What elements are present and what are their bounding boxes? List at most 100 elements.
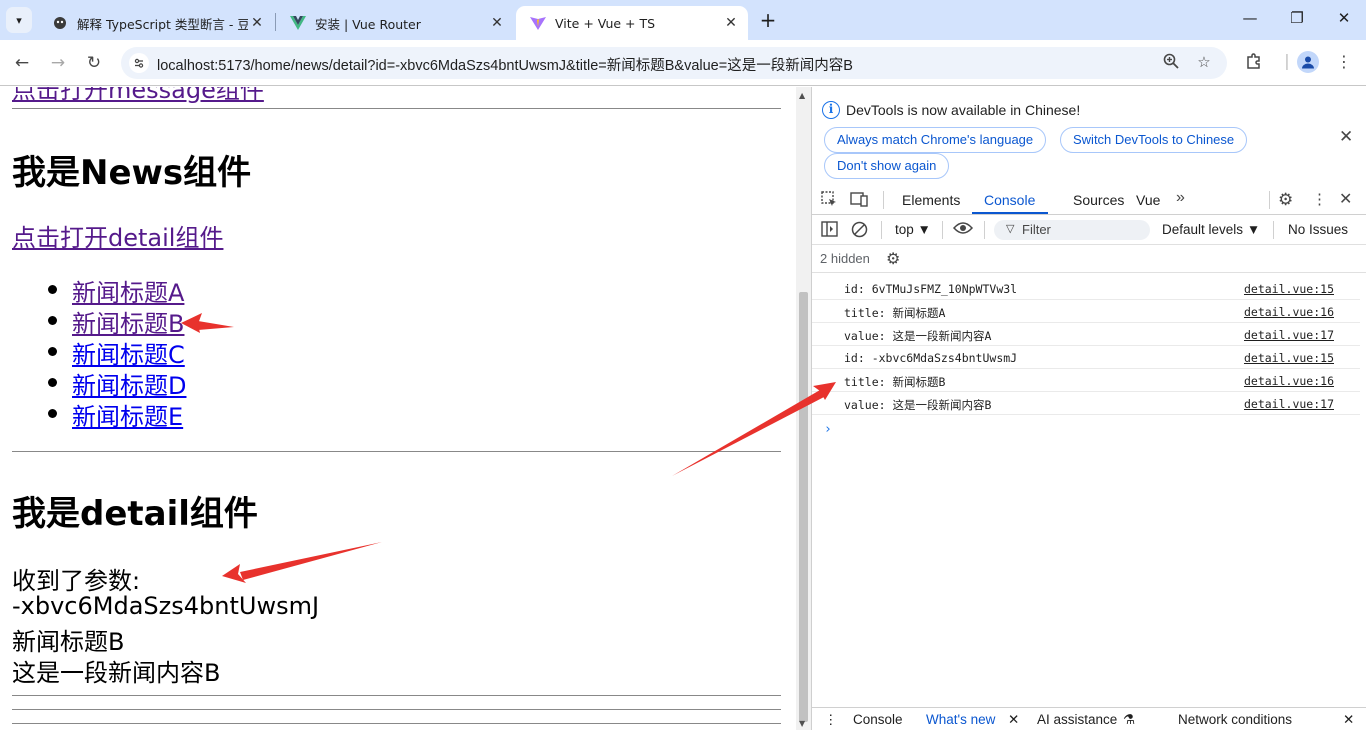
match-language-button[interactable]: Always match Chrome's language	[824, 127, 1047, 153]
bullet	[48, 316, 57, 325]
console-toolbar: top ▼ ▽ Filter Default levels ▼ No Issue…	[812, 215, 1366, 245]
tab-title: Vite + Vue + TS	[555, 15, 656, 31]
toolbar-divider	[984, 221, 985, 239]
more-tabs-icon[interactable]: »	[1176, 189, 1185, 207]
news-item-d[interactable]: 新闻标题D	[72, 366, 186, 401]
vite-icon	[530, 15, 546, 31]
gear-icon[interactable]: ⚙	[886, 249, 900, 269]
log-source-link[interactable]: detail.vue:17	[1244, 328, 1334, 342]
device-toolbar-icon[interactable]	[850, 191, 869, 212]
divider	[12, 108, 781, 109]
news-item-e[interactable]: 新闻标题E	[72, 397, 183, 432]
console-prompt-icon[interactable]: ›	[824, 422, 832, 437]
issues-counter[interactable]: No Issues	[1288, 222, 1348, 237]
log-source-link[interactable]: detail.vue:16	[1244, 374, 1334, 388]
address-bar[interactable]: localhost:5173/home/news/detail?id=-xbvc…	[121, 47, 1227, 79]
back-icon[interactable]: ←	[11, 52, 33, 74]
param-value: 这是一段新闻内容B	[12, 659, 221, 687]
extensions-icon[interactable]	[1243, 52, 1265, 74]
hidden-messages-bar: 2 hidden ⚙	[812, 245, 1366, 273]
log-row: value: 这是一段新闻内容B detail.vue:17	[812, 392, 1360, 415]
menu-kebab-icon[interactable]: ⋮	[824, 712, 838, 728]
drawer-tab-whats-new[interactable]: What's new	[926, 712, 995, 727]
dont-show-again-button[interactable]: Don't show again	[824, 153, 950, 179]
log-row: title: 新闻标题A detail.vue:16	[812, 300, 1360, 323]
news-item-a[interactable]: 新闻标题A	[72, 273, 184, 308]
tab-sources[interactable]: Sources	[1073, 192, 1124, 208]
log-source-link[interactable]: detail.vue:16	[1244, 305, 1334, 319]
toolbar-divider	[1269, 191, 1270, 209]
site-info-icon[interactable]	[129, 53, 149, 73]
page-scrollbar[interactable]: ▲ ▼	[796, 87, 811, 730]
forward-icon[interactable]: →	[47, 52, 69, 74]
filter-input[interactable]: ▽ Filter	[994, 220, 1150, 240]
menu-kebab-icon[interactable]: ⋮	[1312, 190, 1327, 208]
menu-kebab-icon[interactable]: ⋮	[1333, 52, 1355, 74]
news-item-b[interactable]: 新闻标题B	[72, 304, 184, 339]
log-source-link[interactable]: detail.vue:17	[1244, 397, 1334, 411]
switch-chinese-button[interactable]: Switch DevTools to Chinese	[1060, 127, 1248, 153]
log-source-link[interactable]: detail.vue:15	[1244, 282, 1334, 296]
drawer-tab-ai[interactable]: AI assistance	[1037, 712, 1117, 727]
tab-elements[interactable]: Elements	[902, 192, 960, 208]
scroll-down-icon[interactable]: ▼	[799, 719, 805, 728]
close-icon[interactable]: ✕	[488, 14, 506, 32]
drawer-tab-network[interactable]: Network conditions	[1178, 712, 1292, 727]
log-message: title: 新闻标题A	[844, 306, 946, 320]
close-icon[interactable]: ✕	[248, 14, 266, 32]
bookmark-star-icon[interactable]: ☆	[1194, 53, 1214, 73]
received-label: 收到了参数:	[12, 567, 141, 595]
divider	[12, 709, 781, 710]
drawer-tab-console[interactable]: Console	[853, 712, 903, 727]
log-source-link[interactable]: detail.vue:15	[1244, 351, 1334, 365]
profile-avatar-icon[interactable]	[1297, 51, 1319, 73]
divider	[12, 723, 781, 724]
inspect-element-icon[interactable]	[821, 191, 838, 212]
message-link[interactable]: 点击打开message组件	[12, 87, 264, 105]
tab-vite-vue[interactable]: Vite + Vue + TS ✕	[516, 6, 748, 40]
detail-link[interactable]: 点击打开detail组件	[12, 218, 223, 253]
tab-search-button[interactable]: ▾	[6, 7, 32, 33]
chevron-down-icon: ▾	[16, 13, 22, 27]
hidden-count: 2 hidden	[820, 251, 870, 266]
close-drawer-icon[interactable]: ✕	[1343, 712, 1354, 728]
bullet	[48, 409, 57, 418]
log-row: id: 6vTMuJsFMZ_10NpWTVw3l detail.vue:15	[812, 277, 1360, 300]
close-icon[interactable]: ✕	[1008, 712, 1019, 728]
divider	[12, 451, 781, 452]
toolbar-divider	[883, 191, 884, 209]
funnel-icon: ▽	[1006, 223, 1015, 235]
close-icon[interactable]: ✕	[722, 14, 740, 32]
reload-icon[interactable]: ↻	[83, 52, 105, 74]
tab-vue-router[interactable]: 安装 | Vue Router ✕	[276, 6, 514, 40]
tab-vue[interactable]: Vue	[1136, 192, 1160, 208]
news-item-c[interactable]: 新闻标题C	[72, 335, 185, 370]
restore-icon[interactable]: ❐	[1287, 9, 1307, 31]
close-icon[interactable]: ✕	[1339, 127, 1353, 147]
bullet	[48, 285, 57, 294]
tab-console[interactable]: Console	[984, 192, 1035, 208]
zoom-icon[interactable]	[1161, 53, 1181, 73]
new-tab-icon[interactable]: +	[757, 10, 779, 32]
clear-console-icon[interactable]	[851, 221, 868, 242]
log-message: id: 6vTMuJsFMZ_10NpWTVw3l	[844, 282, 1018, 296]
banner-message: DevTools is now available in Chinese!	[846, 102, 1081, 118]
param-title: 新闻标题B	[12, 628, 125, 656]
toolbar-divider	[942, 221, 943, 239]
tab-strip: ▾ 解释 TypeScript 类型断言 - 豆 ✕ 安装 | Vue Rout…	[0, 0, 1366, 40]
log-levels-dropdown[interactable]: Default levels ▼	[1162, 222, 1260, 237]
eye-icon[interactable]	[952, 220, 974, 240]
language-banner: i DevTools is now available in Chinese! …	[812, 87, 1366, 185]
close-devtools-icon[interactable]: ✕	[1339, 189, 1352, 209]
sidebar-toggle-icon[interactable]	[821, 221, 838, 241]
devtools-drawer: ⋮ Console What's new ✕ AI assistance ⚗ N…	[812, 707, 1366, 730]
close-window-icon[interactable]: ✕	[1334, 9, 1354, 31]
log-message: title: 新闻标题B	[844, 375, 946, 389]
context-selector[interactable]: top ▼	[895, 222, 931, 237]
browser-window: ▾ 解释 TypeScript 类型断言 - 豆 ✕ 安装 | Vue Rout…	[0, 0, 1366, 730]
gear-icon[interactable]: ⚙	[1278, 190, 1293, 210]
tab-doubao[interactable]: 解释 TypeScript 类型断言 - 豆 ✕	[38, 6, 274, 40]
scroll-up-icon[interactable]: ▲	[799, 91, 805, 100]
minimize-icon[interactable]: —	[1240, 9, 1260, 31]
scroll-thumb[interactable]	[799, 292, 808, 722]
